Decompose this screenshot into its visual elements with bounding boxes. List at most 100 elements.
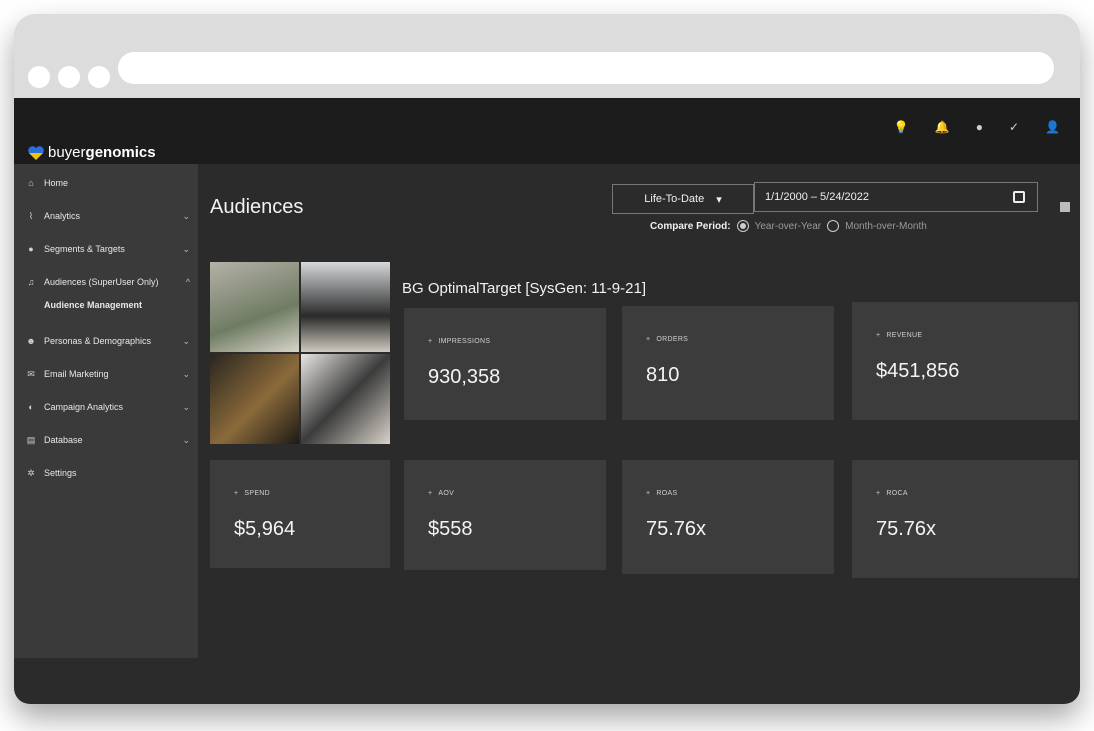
metric-value: $558 <box>428 518 473 540</box>
metric-card-orders: + ORDERS 810 <box>622 306 834 420</box>
sidebar-item-label: Personas & Demographics <box>44 336 152 346</box>
metric-label: ORDERS <box>656 336 689 343</box>
segment-title: BG OptimalTarget [SysGen: 11-9-21] <box>402 280 646 297</box>
metric-label: ROCA <box>886 490 908 497</box>
compare-yoy-label: Year-over-Year <box>754 220 822 232</box>
calendar-icon[interactable] <box>1013 191 1025 203</box>
grid-view-icon[interactable] <box>1060 202 1070 212</box>
radio-year-over-year[interactable] <box>736 220 749 232</box>
brand-prefix: buyer <box>48 144 86 161</box>
metric-label-row: + IMPRESSIONS <box>428 338 490 345</box>
compare-period: Compare Period: Year-over-Year Month-ove… <box>650 220 927 232</box>
sidebar-item-campaign[interactable]: ◐ Campaign Analytics ⌄ <box>26 396 192 418</box>
sidebar-item-email[interactable]: ✉ Email Marketing ⌄ <box>26 363 192 385</box>
audience-image-collage <box>210 262 390 444</box>
chevron-down-icon: ⌄ <box>182 434 190 445</box>
people-icon: ☻ <box>26 336 36 346</box>
metric-card-impressions: + IMPRESSIONS 930,358 <box>404 308 606 420</box>
chevron-down-icon: ⌄ <box>182 335 190 346</box>
sidebar-item-label: Email Marketing <box>44 369 109 379</box>
browser-chrome <box>14 14 1080 102</box>
sidebar-item-label: Audiences (SuperUser Only) <box>44 277 159 287</box>
chevron-down-icon: ⌄ <box>182 243 190 254</box>
chevron-down-icon: ⌄ <box>182 210 190 221</box>
pulse-icon: + <box>876 332 881 339</box>
sidebar-subitem-audience-management[interactable]: Audience Management <box>44 300 142 310</box>
sidebar-item-label: Analytics <box>44 211 81 221</box>
metric-label: ROAS <box>656 490 678 497</box>
metric-label-row: + ROAS <box>646 490 677 497</box>
sidebar-item-home[interactable]: ⌂ Home <box>26 172 192 194</box>
mail-icon: ✉ <box>27 368 35 379</box>
browser-window: buyer genomics 💡 🔔 ● ✓ 👤 ⌂ Home ⌇ Analyti… <box>14 14 1080 704</box>
caret-down-icon: ▾ <box>716 193 722 206</box>
date-range-input[interactable]: 1/1/2000 – 5/24/2022 <box>754 182 1038 212</box>
lightbulb-icon[interactable]: 💡 <box>894 120 909 134</box>
brand-logo[interactable]: buyer genomics <box>28 144 156 161</box>
metric-label: SPEND <box>244 490 271 497</box>
music-icon: ♫ <box>27 277 35 287</box>
bell-icon[interactable]: 🔔 <box>935 120 950 134</box>
period-select[interactable]: Life-To-Date ▾ <box>612 184 754 214</box>
date-range-value: 1/1/2000 – 5/24/2022 <box>765 191 869 203</box>
compare-period-label: Compare Period: <box>650 220 731 232</box>
window-dot <box>58 66 80 88</box>
page-title: Audiences <box>210 196 304 218</box>
radio-month-over-month[interactable] <box>827 220 840 232</box>
sidebar-item-audiences[interactable]: ♫ Audiences (SuperUser Only) ^ <box>26 271 192 293</box>
heart-logo-icon <box>28 145 44 160</box>
sidebar-item-label: Segments & Targets <box>44 244 125 254</box>
metric-label: AOV <box>438 490 455 497</box>
pie-icon: ● <box>28 244 34 254</box>
metric-label-row: + ORDERS <box>646 336 688 343</box>
user-icon[interactable]: 👤 <box>1045 120 1060 134</box>
collage-photo <box>210 354 299 444</box>
pulse-icon: + <box>234 490 239 497</box>
top-icons: 💡 🔔 ● ✓ 👤 <box>894 120 1060 134</box>
gear-icon: ✲ <box>27 467 35 478</box>
period-select-value: Life-To-Date <box>644 193 705 205</box>
sidebar-item-database[interactable]: ▤ Database ⌄ <box>26 429 192 451</box>
sidebar-item-personas[interactable]: ☻ Personas & Demographics ⌄ <box>26 330 192 352</box>
sidebar-item-segments[interactable]: ● Segments & Targets ⌄ <box>26 238 192 260</box>
address-bar[interactable] <box>118 52 1054 84</box>
chevron-up-icon: ^ <box>185 277 190 287</box>
pulse-icon: + <box>428 490 433 497</box>
metric-card-spend: + SPEND $5,964 <box>210 460 390 568</box>
database-icon: ▤ <box>26 434 36 445</box>
metric-value: 930,358 <box>428 366 501 388</box>
chevron-down-icon: ⌄ <box>182 368 190 379</box>
sidebar-item-label: Database <box>44 435 83 445</box>
metric-value: 75.76x <box>876 518 937 540</box>
sidebar: ⌂ Home ⌇ Analytics ⌄ ● Segments & Target… <box>14 164 198 658</box>
collage-photo <box>301 262 390 352</box>
pulse-icon: + <box>646 490 651 497</box>
sidebar-item-analytics[interactable]: ⌇ Analytics ⌄ <box>26 205 192 227</box>
metric-label-row: + SPEND <box>234 490 270 497</box>
metric-label: IMPRESSIONS <box>438 338 491 345</box>
brand-name: genomics <box>85 144 156 161</box>
metric-value: 75.76x <box>646 518 707 540</box>
pulse-icon: ⌇ <box>28 210 34 221</box>
app-container: buyer genomics 💡 🔔 ● ✓ 👤 ⌂ Home ⌇ Analyti… <box>14 98 1080 704</box>
sidebar-item-settings[interactable]: ✲ Settings <box>26 462 192 484</box>
check-icon[interactable]: ✓ <box>1009 120 1019 134</box>
globe-icon[interactable]: ● <box>976 120 983 134</box>
metric-label-row: + AOV <box>428 490 454 497</box>
pulse-icon: + <box>646 336 651 343</box>
window-dot <box>88 66 110 88</box>
top-bar: buyer genomics 💡 🔔 ● ✓ 👤 <box>14 98 1080 164</box>
metric-label: REVENUE <box>886 332 923 339</box>
sidebar-item-label: Home <box>44 178 69 188</box>
collage-photo <box>210 262 299 352</box>
compare-mom-label: Month-over-Month <box>845 220 927 232</box>
pulse-icon: + <box>428 338 433 345</box>
collage-photo <box>301 354 390 444</box>
metric-card-revenue: + REVENUE $451,856 <box>852 302 1078 420</box>
window-dot <box>28 66 50 88</box>
metric-label-row: + REVENUE <box>876 332 922 339</box>
sidebar-item-label: Campaign Analytics <box>44 402 124 412</box>
metric-value: $451,856 <box>876 360 960 382</box>
metric-card-roca: + ROCA 75.76x <box>852 460 1078 578</box>
megaphone-icon: ◐ <box>28 402 34 412</box>
